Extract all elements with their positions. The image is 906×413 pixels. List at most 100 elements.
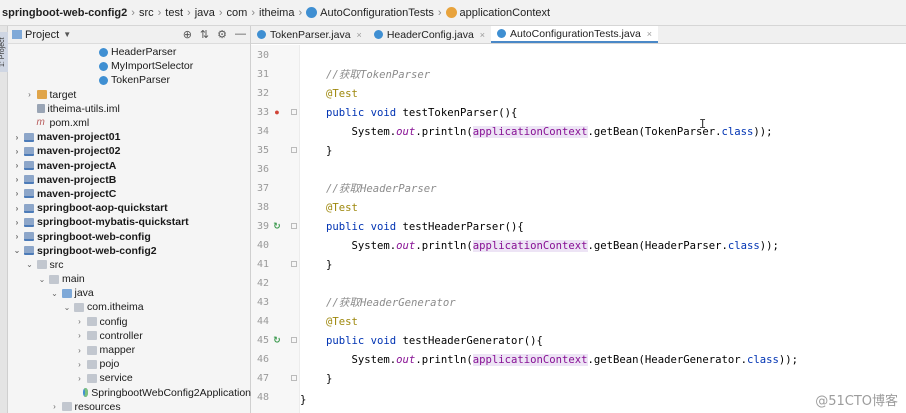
code-line[interactable]: 37 //获取HeaderParser: [251, 179, 906, 198]
tree-item[interactable]: › target: [8, 88, 251, 102]
tree-item[interactable]: › controller: [8, 329, 251, 343]
close-icon[interactable]: ×: [357, 30, 362, 40]
breadcrumb-separator-icon: ›: [251, 6, 255, 19]
breadcrumb-item[interactable]: applicationContext: [445, 7, 550, 19]
tree-item[interactable]: SpringbootWebConfig2Application: [8, 386, 251, 400]
code-line[interactable]: 33 ● public void testTokenParser(){: [251, 103, 906, 122]
code-editor[interactable]: I } 30 31//获取TokenParser 32 @Test 33 ● public …: [251, 45, 906, 413]
code-line[interactable]: 39 ↻ public void testHeaderParser(){: [251, 217, 906, 236]
tree-item[interactable]: TokenParser: [8, 73, 251, 87]
gear-icon[interactable]: ⚙: [217, 28, 227, 41]
tree-item[interactable]: m pom.xml: [8, 116, 251, 130]
code-line[interactable]: 46 System.out.println(applicationContext…: [251, 350, 906, 369]
tree-item[interactable]: ⌄ java: [8, 286, 251, 300]
breakpoint-run-icon[interactable]: ●: [272, 107, 282, 117]
tree-item[interactable]: › maven-projectB: [8, 173, 251, 187]
breadcrumb-item[interactable]: springboot-web-config2: [2, 7, 127, 19]
chevron-down-icon[interactable]: ⌄: [12, 246, 22, 255]
tree-item[interactable]: › config: [8, 315, 251, 329]
tree-item[interactable]: › maven-projectC: [8, 187, 251, 201]
breadcrumb-item[interactable]: test: [165, 7, 183, 19]
code-line[interactable]: 45 ↻ public void testHeaderGenerator(){: [251, 331, 906, 350]
chevron-right-icon[interactable]: ›: [25, 90, 35, 99]
chevron-right-icon[interactable]: ›: [12, 218, 22, 227]
code-line[interactable]: 43 //获取HeaderGenerator: [251, 293, 906, 312]
tree-item-label: springboot-aop-quickstart: [37, 202, 168, 215]
breadcrumb-item[interactable]: itheima: [259, 7, 294, 19]
code-line[interactable]: 48: [251, 388, 906, 407]
collapse-icon[interactable]: ⇅: [200, 28, 209, 41]
code-line[interactable]: 35}: [251, 141, 906, 160]
code-line[interactable]: 44 @Test: [251, 312, 906, 331]
code-line[interactable]: 41}: [251, 255, 906, 274]
chevron-down-icon[interactable]: ⌄: [25, 260, 35, 269]
project-panel-title[interactable]: Project: [25, 29, 59, 41]
tree-item[interactable]: › maven-project01: [8, 130, 251, 144]
code-line[interactable]: 36: [251, 160, 906, 179]
code-line[interactable]: 31 //获取TokenParser: [251, 65, 906, 84]
editor-tab[interactable]: TokenParser.java ×: [251, 26, 368, 43]
tree-item[interactable]: › springboot-aop-quickstart: [8, 201, 251, 215]
run-test-icon[interactable]: ↻: [272, 221, 282, 231]
code-line[interactable]: 42: [251, 274, 906, 293]
chevron-right-icon[interactable]: ›: [75, 374, 85, 383]
fold-marker-icon[interactable]: [291, 147, 297, 153]
tree-item[interactable]: MyImportSelector: [8, 59, 251, 73]
fold-marker-icon[interactable]: [291, 337, 297, 343]
close-icon[interactable]: ×: [480, 30, 485, 40]
breadcrumb-item[interactable]: java: [195, 7, 215, 19]
chevron-right-icon[interactable]: ›: [12, 133, 22, 142]
chevron-right-icon[interactable]: ›: [12, 161, 22, 170]
code-line[interactable]: 40 System.out.println(applicationContext…: [251, 236, 906, 255]
tree-item[interactable]: › maven-project02: [8, 144, 251, 158]
tree-item[interactable]: › service: [8, 371, 251, 385]
fold-marker-icon[interactable]: [291, 375, 297, 381]
tree-item[interactable]: › springboot-web-config: [8, 229, 251, 243]
locate-icon[interactable]: ⊕: [183, 28, 192, 41]
chevron-right-icon[interactable]: ›: [75, 317, 85, 326]
chevron-right-icon[interactable]: ›: [12, 147, 22, 156]
tree-item[interactable]: HeaderParser: [8, 45, 251, 59]
tree-item[interactable]: › maven-projectA: [8, 159, 251, 173]
code-line[interactable]: 30: [251, 46, 906, 65]
tree-item[interactable]: ⌄ springboot-web-config2: [8, 244, 251, 258]
chevron-right-icon[interactable]: ›: [12, 175, 22, 184]
chevron-right-icon[interactable]: ›: [50, 402, 60, 411]
chevron-down-icon[interactable]: ▼: [63, 30, 71, 39]
project-tool-button[interactable]: 1: Project: [0, 32, 8, 72]
tree-item[interactable]: itheima-utils.iml: [8, 102, 251, 116]
hide-icon[interactable]: —: [235, 28, 246, 41]
tree-item[interactable]: › springboot-mybatis-quickstart: [8, 215, 251, 229]
chevron-right-icon[interactable]: ›: [12, 189, 22, 198]
tab-label: HeaderConfig.java: [386, 28, 474, 41]
tree-item[interactable]: ⌄ src: [8, 258, 251, 272]
chevron-down-icon[interactable]: ⌄: [62, 303, 72, 312]
chevron-right-icon[interactable]: ›: [75, 346, 85, 355]
tree-item[interactable]: › mapper: [8, 343, 251, 357]
code-line[interactable]: 32 @Test: [251, 84, 906, 103]
chevron-right-icon[interactable]: ›: [75, 331, 85, 340]
chevron-down-icon[interactable]: ⌄: [37, 275, 47, 284]
chevron-right-icon[interactable]: ›: [12, 204, 22, 213]
run-test-icon[interactable]: ↻: [272, 335, 282, 345]
breadcrumb-item[interactable]: com: [227, 7, 248, 19]
editor-tab[interactable]: HeaderConfig.java ×: [368, 26, 491, 43]
tree-item[interactable]: › pojo: [8, 357, 251, 371]
tree-item[interactable]: ⌄ com.itheima: [8, 300, 251, 314]
close-icon[interactable]: ×: [647, 29, 652, 39]
breadcrumb-item[interactable]: src: [139, 7, 154, 19]
fold-marker-icon[interactable]: [291, 223, 297, 229]
tree-item[interactable]: ⌄ main: [8, 272, 251, 286]
code-line[interactable]: 34 System.out.println(applicationContext…: [251, 122, 906, 141]
folder-icon: [86, 359, 97, 369]
fold-marker-icon[interactable]: [291, 109, 297, 115]
breadcrumb-item[interactable]: AutoConfigurationTests: [306, 7, 434, 19]
editor-tab[interactable]: AutoConfigurationTests.java ×: [491, 26, 659, 43]
chevron-right-icon[interactable]: ›: [75, 360, 85, 369]
chevron-down-icon[interactable]: ⌄: [50, 289, 60, 298]
chevron-right-icon[interactable]: ›: [12, 232, 22, 241]
code-line[interactable]: 38 @Test: [251, 198, 906, 217]
code-line[interactable]: 47}: [251, 369, 906, 388]
tree-item[interactable]: › resources: [8, 400, 251, 413]
fold-marker-icon[interactable]: [291, 261, 297, 267]
